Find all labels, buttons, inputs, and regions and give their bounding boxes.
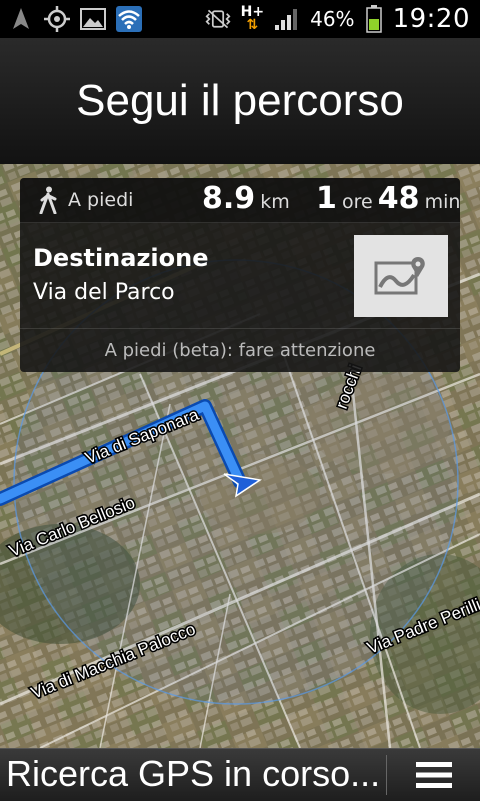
travel-mode-label: A piedi	[68, 189, 134, 211]
destination-row: Destinazione Via del Parco	[20, 222, 460, 329]
distance-unit: km	[260, 191, 290, 213]
route-map-icon	[374, 257, 425, 295]
battery-icon	[365, 5, 383, 33]
signal-icon	[274, 6, 300, 32]
warning-row: A piedi (beta): fare attenzione	[20, 328, 460, 372]
hours-unit: ore	[341, 191, 373, 213]
distance: 8.9 km	[202, 181, 290, 216]
image-icon	[80, 6, 106, 32]
network-type: H+ ⇅	[240, 4, 265, 33]
clock: 19:20	[392, 4, 470, 34]
hours-value: 1	[316, 181, 337, 216]
minutes-unit: min	[424, 191, 460, 213]
mute-vibrate-icon	[205, 6, 231, 32]
destination-value: Via del Parco	[33, 280, 175, 305]
wifi-icon	[116, 6, 142, 32]
minutes-value: 48	[377, 181, 420, 216]
distance-value: 8.9	[202, 181, 256, 216]
bottom-bar: Ricerca GPS in corso...	[0, 748, 480, 801]
menu-icon	[415, 762, 452, 788]
status-bar: H+ ⇅ 46% 19:20	[0, 0, 480, 38]
route-summary-row: A piedi 8.9 km 1 ore 48 min	[20, 178, 460, 223]
duration: 1 ore 48 min	[316, 181, 460, 216]
walking-icon	[36, 186, 60, 215]
battery-percent: 46%	[310, 7, 355, 31]
route-overview-button[interactable]	[354, 235, 448, 317]
gps-status-text: Ricerca GPS in corso...	[6, 753, 381, 794]
screen-header: Segui il percorso	[0, 38, 480, 164]
page-title: Segui il percorso	[76, 76, 404, 125]
gps-icon	[44, 6, 70, 32]
menu-button[interactable]	[387, 749, 480, 801]
route-info-card: A piedi 8.9 km 1 ore 48 min Destinazione…	[20, 178, 460, 372]
walking-beta-warning: A piedi (beta): fare attenzione	[104, 339, 376, 361]
destination-label: Destinazione	[33, 244, 209, 272]
navigation-arrow-icon	[8, 6, 34, 32]
